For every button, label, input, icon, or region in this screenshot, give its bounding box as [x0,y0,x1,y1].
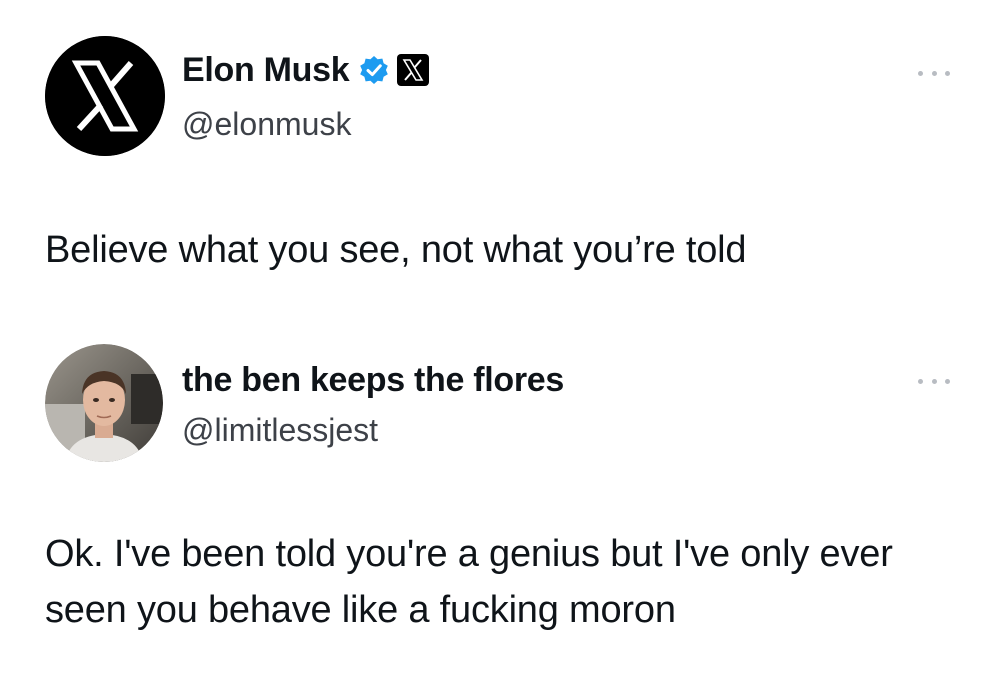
tweet-elon: Elon Musk @elonmusk Believe what you see… [0,0,1000,318]
profile-photo [45,344,163,462]
avatar-ben[interactable] [45,344,163,462]
dot [931,378,937,384]
display-name[interactable]: the ben keeps the flores [182,358,564,402]
dot [931,70,937,76]
dot [945,378,950,384]
more-options-icon[interactable] [914,374,954,388]
handle[interactable]: @limitlessjest [182,410,378,450]
x-affiliation-icon[interactable] [397,54,430,86]
tweet-reply: the ben keeps the flores @limitlessjest … [0,318,1000,678]
x-logo-icon [45,36,165,156]
more-options-icon[interactable] [914,66,954,80]
author-row: the ben keeps the flores [182,358,564,402]
dot [918,378,923,384]
handle[interactable]: @elonmusk [182,104,351,144]
tweet-text: Believe what you see, not what you’re to… [45,229,747,271]
display-name[interactable]: Elon Musk [182,48,350,92]
x-logo-icon [402,59,424,81]
dot [945,70,950,76]
tweet-text: Ok. I've been told you're a genius but I… [45,533,893,631]
author-row: Elon Musk [182,48,430,92]
verified-badge-icon [360,56,389,84]
dot [918,70,923,76]
avatar-elon[interactable] [45,36,165,156]
